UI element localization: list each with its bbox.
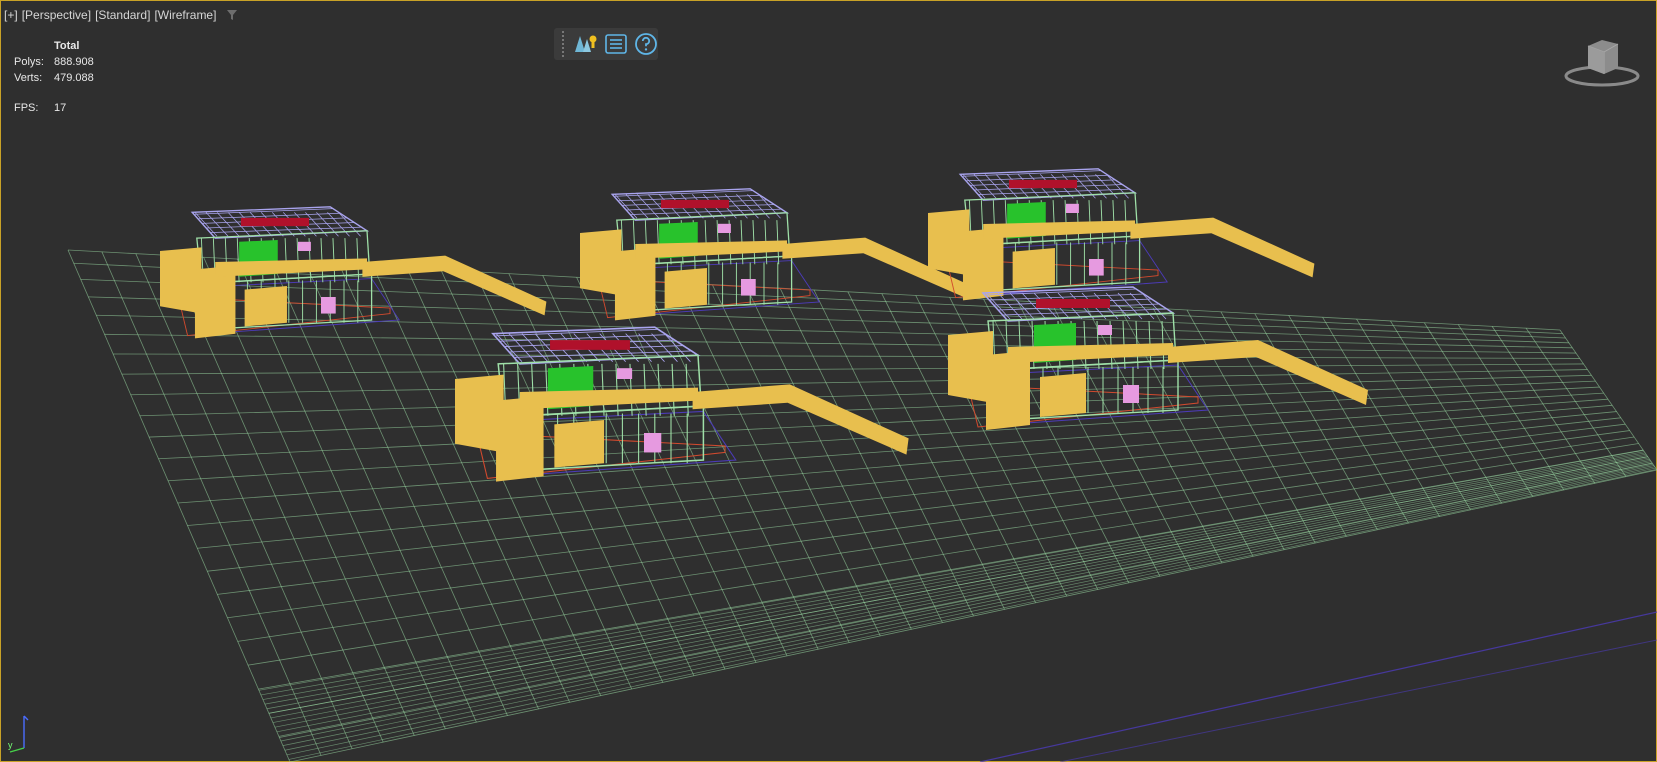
house-model[interactable] [455,326,909,482]
verts-label: Verts: [14,72,43,84]
viewcube-icon[interactable] [1562,36,1642,92]
viewport-toolbar [554,28,658,60]
stats-polys-row: Polys: 888.908 [14,54,94,70]
viewport-general-menu[interactable]: [+] [4,8,18,22]
statistics-overlay: Total Polys: 888.908 Verts: 479.088 FPS:… [14,38,94,116]
edge-line [979,611,1657,762]
polys-label: Polys: [14,56,44,68]
perspective-viewport[interactable]: [+] [Perspective] [Standard] [Wireframe]… [0,0,1657,762]
list-icon [605,34,627,54]
wireframe-scene[interactable] [0,0,1657,762]
axis-label: y [8,740,13,750]
help-button[interactable] [634,31,658,57]
fps-value: 17 [54,102,67,114]
stats-header: Total [54,40,80,52]
house-model[interactable] [580,188,967,321]
help-icon [635,33,657,55]
edge-line [1059,639,1657,762]
fps-label: FPS: [14,102,39,114]
stats-fps-row: FPS: 17 [14,100,94,116]
viewport-label-menu: [+] [Perspective] [Standard] [Wireframe] [4,8,238,22]
list-button[interactable] [604,31,628,57]
viewport-display-menu[interactable]: [Wireframe] [154,8,216,22]
toolbar-grip[interactable] [562,31,566,57]
house-model[interactable] [928,168,1315,301]
scene-explorer-button[interactable] [574,31,598,57]
scene-explorer-icon [574,35,597,52]
viewport-point-of-view-menu[interactable]: [Perspective] [22,8,91,22]
filter-icon[interactable] [226,9,238,21]
verts-value: 479.088 [54,72,94,84]
viewport-shading-menu[interactable]: [Standard] [95,8,150,22]
polys-value: 888.908 [54,56,94,68]
stats-verts-row: Verts: 479.088 [14,70,94,86]
